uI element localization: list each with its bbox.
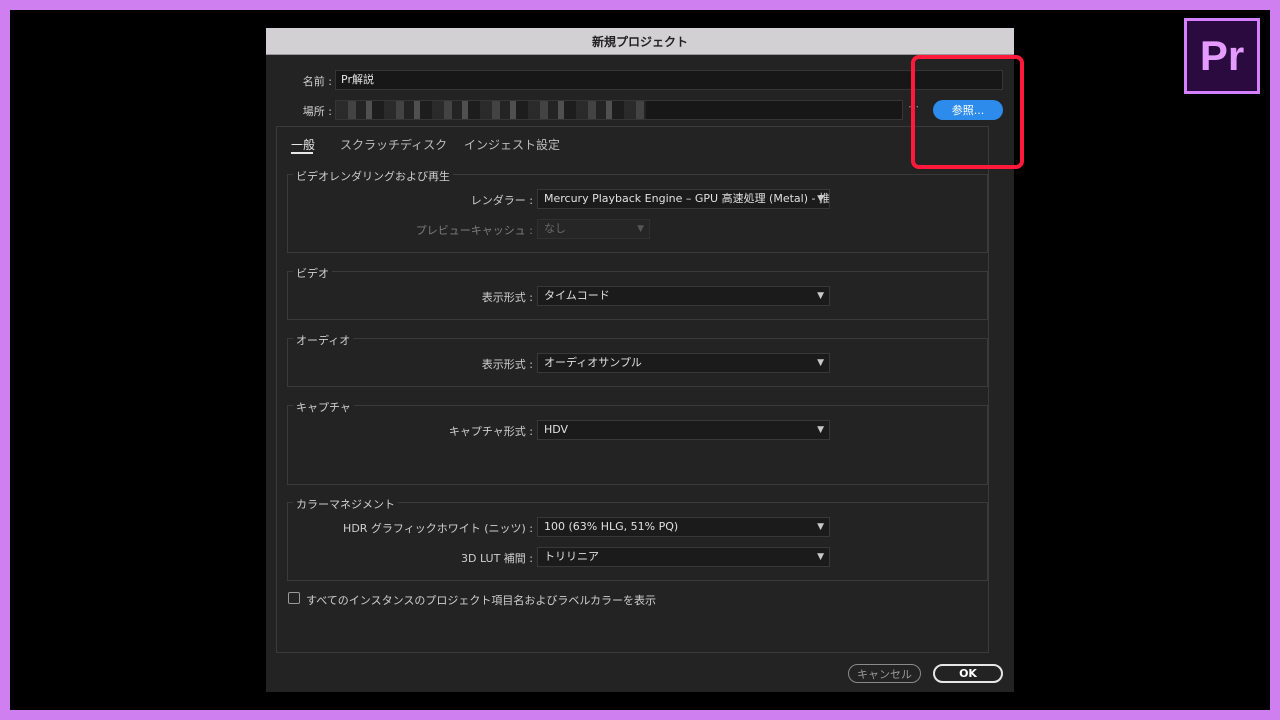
section-title-video: ビデオ: [293, 265, 332, 281]
chevron-down-icon: ▼: [817, 522, 824, 532]
video-display-format-value: タイムコード: [544, 289, 610, 302]
location-field[interactable]: [335, 100, 903, 120]
tab-ingest-settings[interactable]: インジェスト設定: [464, 136, 560, 153]
active-tab-indicator: [291, 152, 313, 154]
project-name-input[interactable]: Pr解説: [335, 70, 1003, 90]
audio-display-format-label: 表示形式 :: [481, 358, 533, 371]
video-display-format-label: 表示形式 :: [481, 291, 533, 304]
chevron-down-icon: ▼: [817, 291, 824, 301]
chevron-down-icon: ▼: [817, 358, 824, 368]
preview-cache-value: なし: [544, 222, 566, 235]
section-capture: [287, 405, 988, 485]
capture-format-value: HDV: [544, 423, 569, 436]
video-display-format-select[interactable]: タイムコード ▼: [537, 286, 830, 306]
ok-button[interactable]: OK: [933, 664, 1003, 683]
section-title-color-management: カラーマネジメント: [293, 496, 398, 512]
capture-format-select[interactable]: HDV ▼: [537, 420, 830, 440]
section-title-capture: キャプチャ: [293, 399, 354, 415]
hdr-white-value: 100 (63% HLG, 51% PQ): [544, 520, 679, 533]
blurred-path: [336, 101, 646, 119]
highlight-box: [911, 55, 1024, 169]
section-title-audio: オーディオ: [293, 332, 354, 348]
tab-scratch-disks[interactable]: スクラッチディスク: [340, 136, 447, 153]
section-video-rendering: [287, 174, 988, 253]
project-name-value: Pr解説: [341, 73, 374, 86]
chevron-down-icon: ▼: [637, 224, 644, 234]
chevron-down-icon: ▼: [817, 425, 824, 435]
show-label-colors-checkbox[interactable]: [288, 592, 300, 604]
cancel-button[interactable]: キャンセル: [848, 664, 921, 683]
section-color-management: [287, 502, 988, 581]
name-label: 名前 :: [302, 75, 332, 88]
renderer-label: レンダラー :: [470, 194, 533, 207]
dialog-titlebar: 新規プロジェクト: [266, 28, 1014, 55]
lut-interpolation-label: 3D LUT 補間 :: [460, 552, 533, 565]
show-label-colors-label: すべてのインスタンスのプロジェクト項目名およびラベルカラーを表示: [306, 594, 657, 607]
lut-interpolation-select[interactable]: トリリニア ▼: [537, 547, 830, 567]
hdr-white-select[interactable]: 100 (63% HLG, 51% PQ) ▼: [537, 517, 830, 537]
section-title-video-rendering: ビデオレンダリングおよび再生: [293, 168, 453, 184]
new-project-dialog: 新規プロジェクト 名前 : Pr解説 場所 : ⋯ 参照... 一般 スクラッチ…: [266, 28, 1014, 692]
logo-text: Pr: [1199, 32, 1245, 79]
audio-display-format-value: オーディオサンプル: [544, 356, 642, 369]
renderer-select[interactable]: Mercury Playback Engine – GPU 高速処理 (Meta…: [537, 189, 830, 209]
chevron-down-icon: ▼: [817, 194, 824, 204]
lut-interpolation-value: トリリニア: [544, 550, 599, 563]
hdr-white-label: HDR グラフィックホワイト (ニッツ) :: [343, 522, 533, 535]
tab-general[interactable]: 一般: [291, 136, 315, 153]
premiere-pro-logo: Pr: [1184, 18, 1260, 94]
capture-format-label: キャプチャ形式 :: [448, 425, 533, 438]
preview-cache-select: なし ▼: [537, 219, 650, 239]
dialog-title: 新規プロジェクト: [591, 34, 688, 49]
location-label: 場所 :: [302, 105, 332, 118]
renderer-value: Mercury Playback Engine – GPU 高速処理 (Meta…: [544, 192, 830, 205]
audio-display-format-select[interactable]: オーディオサンプル ▼: [537, 353, 830, 373]
chevron-down-icon: ▼: [817, 552, 824, 562]
preview-cache-label: プレビューキャッシュ :: [415, 224, 533, 237]
